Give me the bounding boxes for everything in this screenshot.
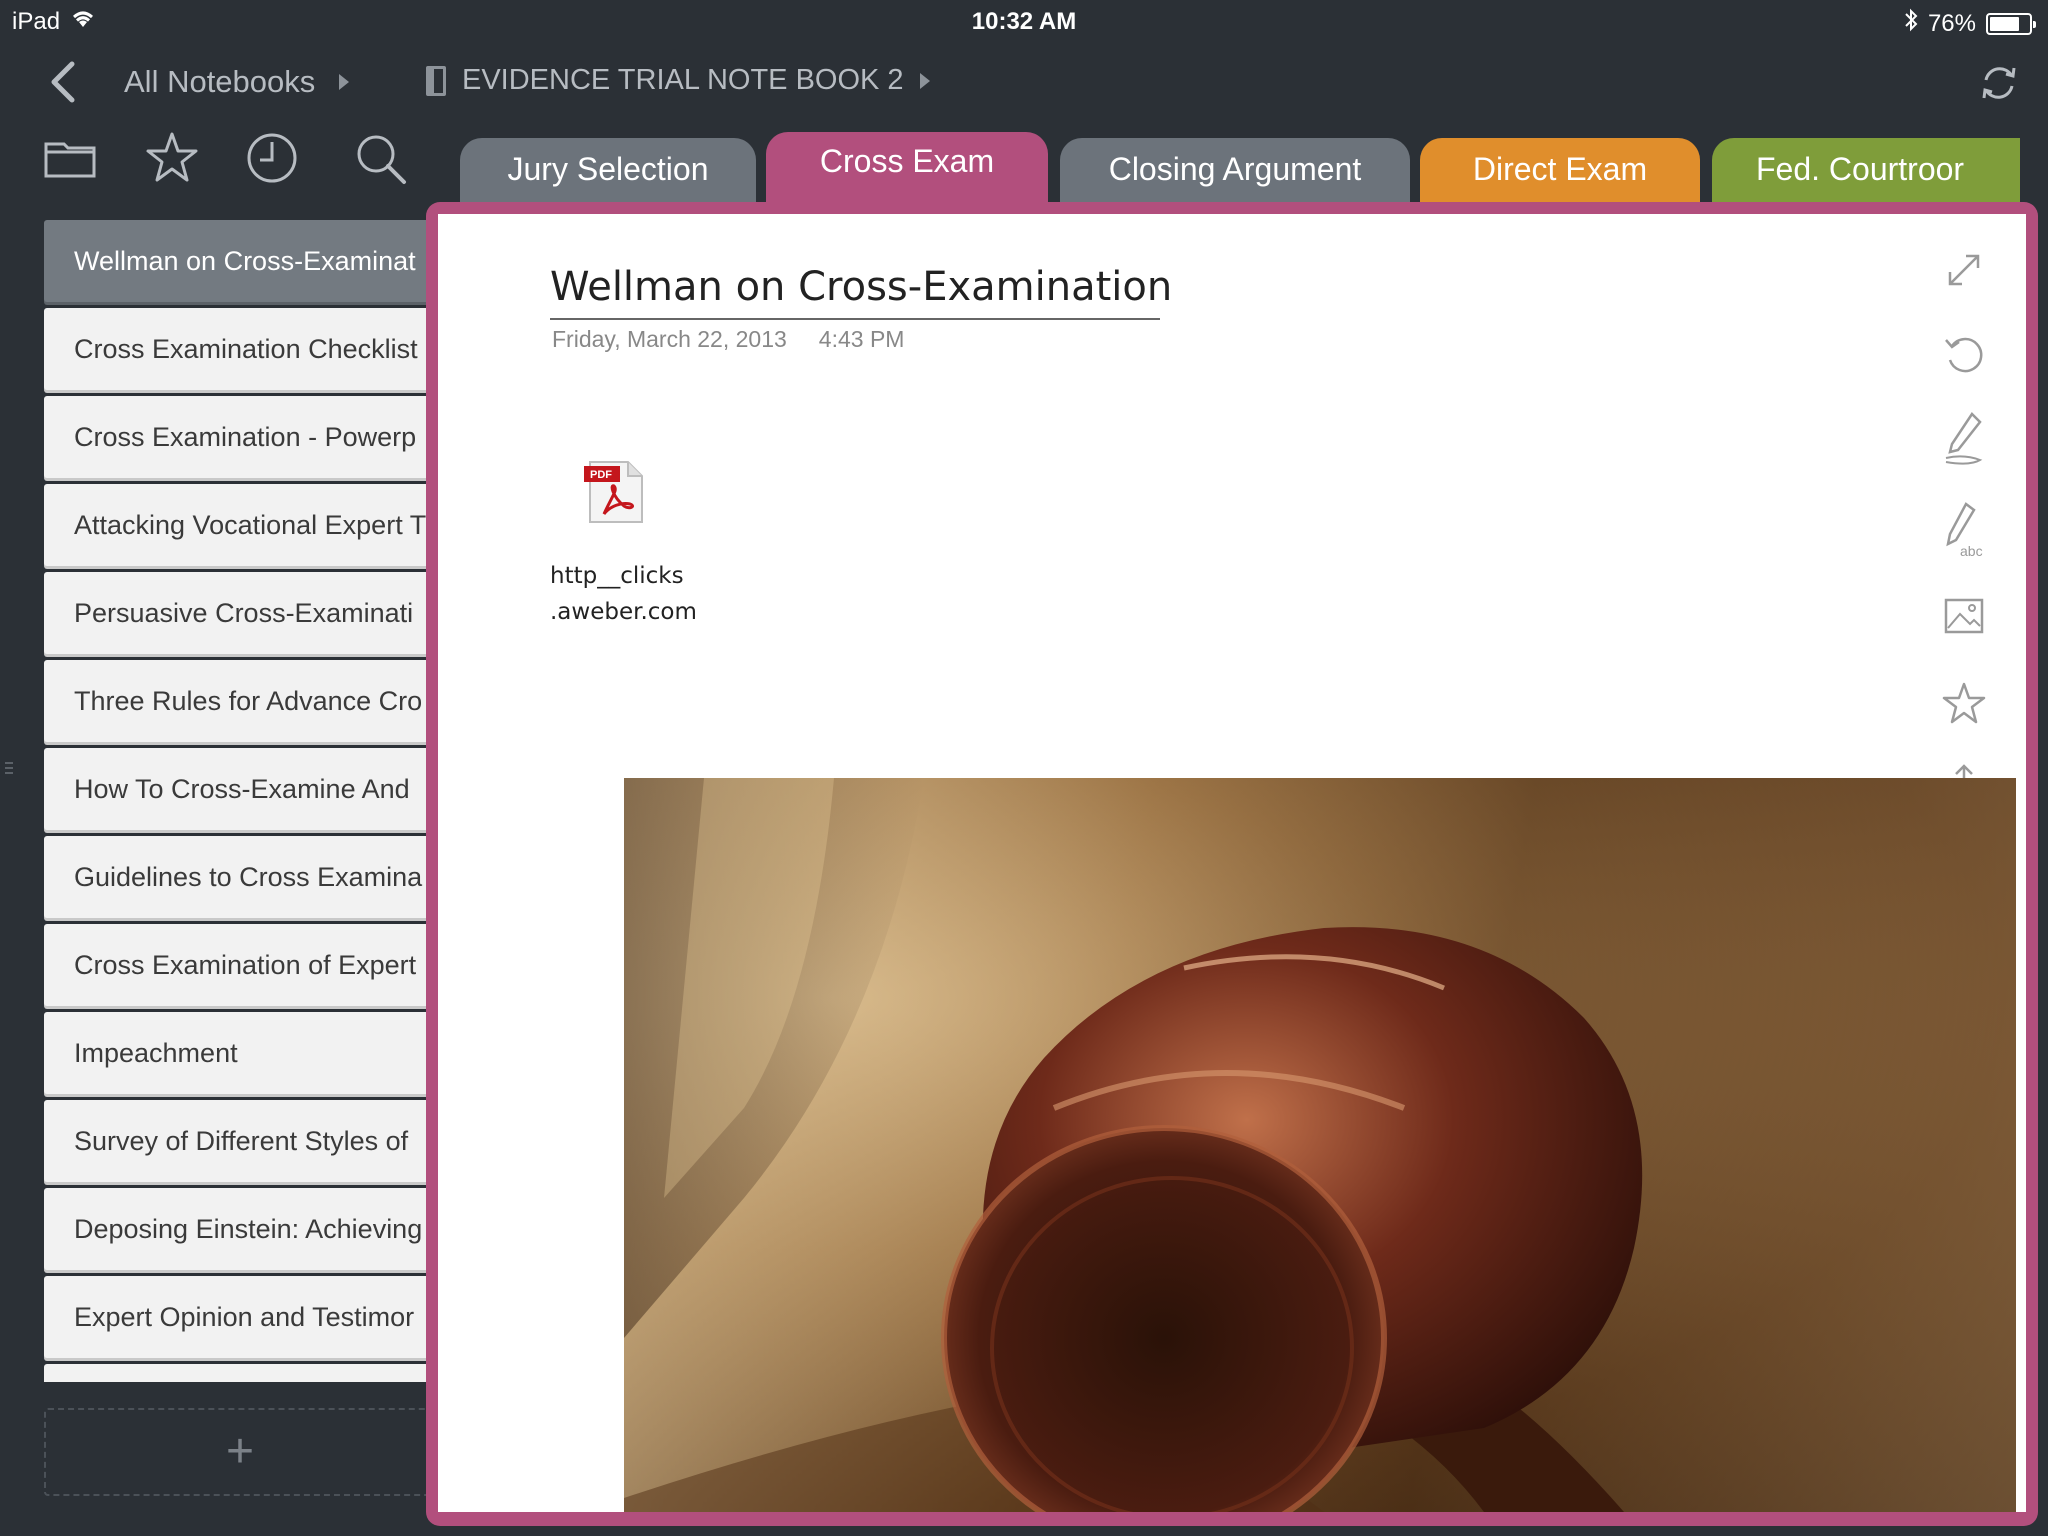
list-item[interactable]: Persuasive Cross-Examinati: [44, 572, 444, 654]
star-icon: [1942, 682, 1986, 724]
favorite-note-button[interactable]: [1940, 680, 1988, 728]
list-item[interactable]: Attacking Vocational Expert T: [44, 484, 444, 566]
caret-right-icon: [339, 74, 350, 90]
clock: 10:32 AM: [971, 8, 1077, 35]
draw-button[interactable]: [1940, 410, 1988, 465]
list-item[interactable]: [44, 1364, 444, 1382]
list-item[interactable]: Survey of Different Styles of: [44, 1100, 444, 1182]
note-panel: Wellman on Cross-Examination Friday, Mar…: [438, 214, 2026, 1512]
breadcrumb-notebook[interactable]: EVIDENCE TRIAL NOTE BOOK 2: [426, 64, 930, 97]
notebook-title: EVIDENCE TRIAL NOTE BOOK 2: [462, 64, 904, 96]
battery-level: [1990, 16, 2019, 31]
sync-button[interactable]: [1978, 62, 2020, 104]
caret-right-icon: [919, 72, 930, 89]
note-date: Friday, March 22, 2013: [552, 326, 787, 352]
tab-direct-exam[interactable]: Direct Exam: [1420, 138, 1700, 210]
gavel-image: [624, 778, 1643, 1512]
recent-button[interactable]: [244, 130, 300, 186]
tab-jury-selection[interactable]: Jury Selection: [460, 138, 756, 210]
plus-icon: +: [226, 1425, 255, 1478]
svg-text:abc: abc: [1960, 543, 1983, 559]
notes-list: Wellman on Cross-Examinat Cross Examinati…: [44, 220, 444, 1382]
expand-button[interactable]: [1940, 246, 1988, 294]
pencil-abc-icon: abc: [1946, 502, 1983, 559]
list-item[interactable]: Guidelines to Cross Examina: [44, 836, 444, 918]
attachment-name: http__clicks .aweber.com: [550, 563, 697, 625]
expand-icon: [1948, 254, 1980, 286]
nav-bar: All Notebooks EVIDENCE TRIAL NOTE BOOK 2: [0, 50, 2048, 114]
battery-icon: [1986, 12, 2036, 35]
clock-icon: [247, 133, 297, 183]
list-item[interactable]: How To Cross-Examine And: [44, 748, 444, 830]
battery-percent: 76%: [1927, 9, 1976, 37]
tab-closing-argument[interactable]: Closing Argument: [1060, 138, 1410, 210]
list-item[interactable]: Deposing Einstein: Achieving: [44, 1188, 444, 1270]
note-time: 4:43 PM: [818, 326, 905, 352]
chevron-left-icon: [51, 61, 75, 103]
grip-icon[interactable]: [4, 758, 14, 778]
list-item[interactable]: Wellman on Cross-Examinat: [44, 220, 444, 302]
folder-icon: [44, 142, 96, 178]
star-icon: [146, 132, 198, 182]
list-item[interactable]: Cross Examination - Powerp: [44, 396, 444, 478]
notebook-icon: [426, 65, 446, 96]
search-button[interactable]: [352, 130, 408, 186]
add-note-button[interactable]: +: [44, 1408, 444, 1496]
bluetooth-icon: [1904, 8, 1918, 39]
insert-image-button[interactable]: [1940, 592, 1988, 640]
section-tabs: Jury Selection Closing Argument Direct E…: [440, 130, 2020, 210]
note-title[interactable]: Wellman on Cross-Examination: [550, 264, 1172, 320]
note-timestamp: Friday, March 22, 2013 4:43 PM: [552, 326, 904, 353]
folder-button[interactable]: [42, 130, 98, 186]
list-item[interactable]: Impeachment: [44, 1012, 444, 1094]
undo-icon: [1945, 337, 1983, 373]
tab-cross-exam[interactable]: Cross Exam: [766, 132, 1048, 210]
all-notebooks-label: All Notebooks: [124, 64, 316, 99]
list-item[interactable]: Expert Opinion and Testimor: [44, 1276, 444, 1358]
handwriting-button[interactable]: abc: [1940, 500, 1988, 559]
pen-icon: [1945, 412, 1983, 465]
favorites-button[interactable]: [144, 130, 200, 186]
image-icon: [1944, 598, 1984, 634]
sync-icon: [1982, 67, 2016, 99]
svg-text:PDF: PDF: [590, 469, 612, 481]
list-item[interactable]: Cross Examination of Expert: [44, 924, 444, 1006]
search-icon: [357, 135, 406, 184]
pdf-icon: PDF: [584, 461, 643, 523]
undo-button[interactable]: [1940, 330, 1988, 378]
list-item[interactable]: Three Rules for Advance Cro: [44, 660, 444, 742]
gavel-photo[interactable]: [624, 778, 2016, 1512]
list-item[interactable]: Cross Examination Checklist: [44, 308, 444, 390]
breadcrumb-all-notebooks[interactable]: All Notebooks: [124, 64, 350, 100]
tab-fed-courtroom[interactable]: Fed. Courtroor: [1712, 138, 2020, 210]
back-button[interactable]: [44, 60, 84, 104]
status-bar: iPad 10:32 AM 76%: [0, 0, 2048, 42]
